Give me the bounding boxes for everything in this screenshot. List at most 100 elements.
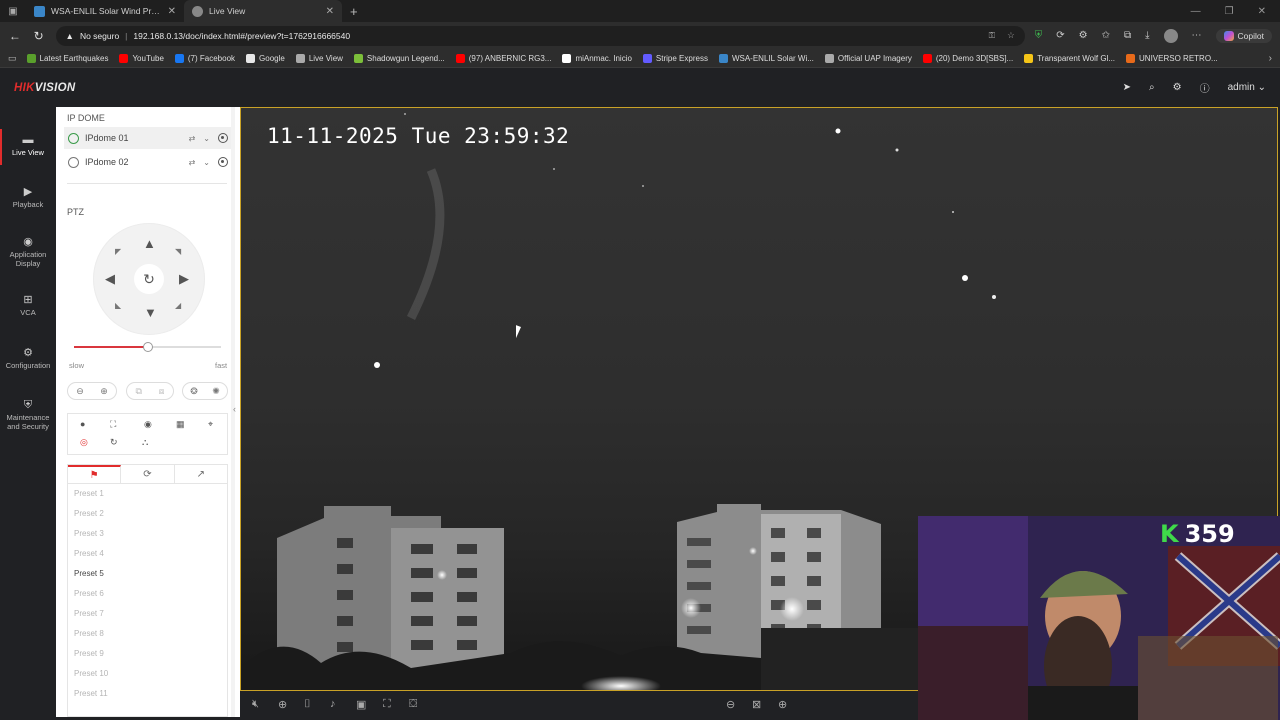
stream-type-icon[interactable]: ⇄ [189,134,196,143]
camera-item[interactable]: IPdome 02 ⇄ ⌄ [64,151,232,173]
preset-item[interactable]: Preset 7 [74,609,104,618]
3d-zoom-icon[interactable]: ⛶ [383,698,391,711]
bookmark-item[interactable]: YouTube [119,53,164,63]
tab-patrol[interactable]: ⟳ [121,465,175,483]
close-tab-icon[interactable]: ✕ [168,6,176,17]
preset-item[interactable]: Preset 4 [74,549,104,558]
tab-wsa-enlil[interactable]: WSA-ENLIL Solar Wind Prediction ✕ [26,0,184,22]
stop-all-icon[interactable]: ⊠ [752,698,761,711]
sidebar-toggle-icon[interactable]: ▭ [8,53,17,64]
ptz-up-left-icon[interactable]: ◤ [115,247,121,256]
back-icon[interactable]: ← [8,29,22,43]
ptz-right-icon[interactable]: ▶ [179,271,189,287]
preset-item[interactable]: Preset 3 [74,529,104,538]
copilot-button[interactable]: Copilot [1215,28,1272,43]
focus-far-icon[interactable]: ⧈ [159,386,165,397]
maximize-icon[interactable]: ❐ [1225,6,1234,17]
iris-close-icon[interactable]: ✺ [212,386,220,397]
extension-icon[interactable]: ⟳ [1056,30,1064,41]
record-icon[interactable] [218,133,228,143]
nav-vca[interactable]: ⊞ VCA [0,283,56,329]
bookmark-item[interactable]: WSA-ENLIL Solar Wi... [718,53,814,63]
url-field[interactable]: ▲ No seguro | 192.168.0.13/doc/index.htm… [55,25,1025,46]
user-menu[interactable]: admin ⌄ [1228,82,1266,93]
preset-item[interactable]: Preset 9 [74,649,104,658]
profile-avatar[interactable] [1163,28,1178,43]
preset-item[interactable]: Preset 10 [74,669,108,678]
next-icon[interactable]: ⊕ [778,698,787,711]
stream-type-icon[interactable]: ⇄ [189,158,196,167]
ptz-direction-pad[interactable]: ▲ ▼ ◀ ▶ ◤ ◥ ◣ ◢ ↻ [93,223,205,335]
bookmark-item[interactable]: UNIVERSO RETRO... [1126,53,1218,63]
download-icon[interactable]: ⤓ [1145,30,1149,41]
ptz-down-icon[interactable]: ▼ [144,305,157,320]
nav-application-display[interactable]: ◉ Application Display [0,225,56,281]
bookmark-item[interactable]: miAnmac. Inicio [562,53,632,63]
bookmark-item[interactable]: (97) ANBERNIC RG3... [455,53,551,63]
tab-actions-icon[interactable]: ▣ [0,6,26,17]
info-icon[interactable]: ⓘ [1200,80,1210,95]
camera-item[interactable]: IPdome 01 ⇄ ⌄ [64,127,232,149]
collapse-panel-icon[interactable]: ‹ [233,404,236,414]
zoom-in-icon[interactable]: ⊕ [100,386,108,397]
light-icon[interactable]: ● [80,419,85,429]
nav-playback[interactable]: ▶ Playback [0,173,56,223]
wiper-icon[interactable]: ◉ [144,419,152,430]
iris-open-icon[interactable]: ❂ [190,386,198,397]
close-tab-icon[interactable]: ✕ [326,6,334,17]
ptz-down-left-icon[interactable]: ◣ [115,301,121,310]
regional-focus-icon[interactable]: ⛶ [110,419,116,430]
favorites-icon[interactable]: ✩ [1102,30,1110,41]
previous-icon[interactable]: ⊖ [726,698,735,711]
search-icon[interactable]: ⌕ [1149,82,1155,93]
record-clip-icon[interactable]: ▣ [356,698,366,711]
ptz-up-icon[interactable]: ▲ [143,236,156,251]
bookmark-item[interactable]: Live View [295,53,343,63]
minimize-icon[interactable]: — [1191,6,1201,17]
lens-init-icon[interactable]: ⛬ [142,437,148,448]
digital-zoom-icon[interactable]: ⊕ [278,698,287,711]
chevron-right-icon[interactable]: › [1269,53,1272,64]
preset-item[interactable]: Preset 1 [74,489,104,498]
3d-position-icon[interactable]: ⌖ [208,419,213,430]
bookmark-item[interactable]: Shadowgun Legend... [353,53,445,63]
ptz-up-right-icon[interactable]: ◥ [175,247,181,256]
settings-shortcut-icon[interactable]: ⚙ [1173,82,1182,93]
preset-item[interactable]: Preset 2 [74,509,104,518]
tab-preset[interactable]: ⚑ [68,465,122,483]
collections-icon[interactable]: ⧉ [1124,30,1131,41]
grid-icon[interactable]: ▦ [176,419,185,430]
bookmark-item[interactable]: Official UAP Imagery [824,53,912,63]
bookmark-item[interactable]: Latest Earthquakes [26,53,108,63]
tab-pattern[interactable]: ↗ [175,465,227,483]
nav-maintenance[interactable]: ⛨ Maintenance and Security [0,387,56,445]
key-icon[interactable]: ⚿ [989,30,995,41]
ptz-down-right-icon[interactable]: ◢ [175,301,181,310]
reload-icon[interactable]: ↻ [32,29,46,43]
fullscreen-icon[interactable]: ⛋ [409,698,417,711]
preset-item[interactable]: Preset 5 [74,569,104,578]
record-icon[interactable] [218,157,228,167]
microphone-icon[interactable]: ♪ [330,698,336,710]
shield-icon[interactable]: ⛨ [1035,30,1043,41]
preset-item[interactable]: Preset 8 [74,629,104,638]
star-icon[interactable]: ☆ [1007,30,1015,41]
capture-icon[interactable]: ⌷ [304,698,311,711]
bookmark-item[interactable]: (20) Demo 3D[SBS]... [922,53,1013,63]
refresh-extension-icon[interactable]: ⚙ [1079,30,1088,41]
slider-handle[interactable] [142,342,153,352]
ptz-left-icon[interactable]: ◀ [105,271,115,287]
bookmark-item[interactable]: (7) Facebook [174,53,235,63]
nav-live-view[interactable]: ▬ Live View [0,121,56,171]
nav-configuration[interactable]: ⚙ Configuration [0,335,56,383]
ptz-auto-scan-icon[interactable]: ↻ [134,264,164,294]
bookmark-item[interactable]: Transparent Wolf Gl... [1024,53,1115,63]
send-icon[interactable]: ➤ [1123,82,1131,93]
ptz-speed-slider[interactable] [74,342,221,352]
preset-item[interactable]: Preset 11 [74,689,108,698]
focus-near-icon[interactable]: ⧉ [135,386,141,397]
more-menu-icon[interactable]: ⋯ [1192,30,1202,41]
bookmark-item[interactable]: Stripe Express [642,53,708,63]
zoom-out-icon[interactable]: ⊖ [76,386,84,397]
close-window-icon[interactable]: ✕ [1258,6,1266,17]
